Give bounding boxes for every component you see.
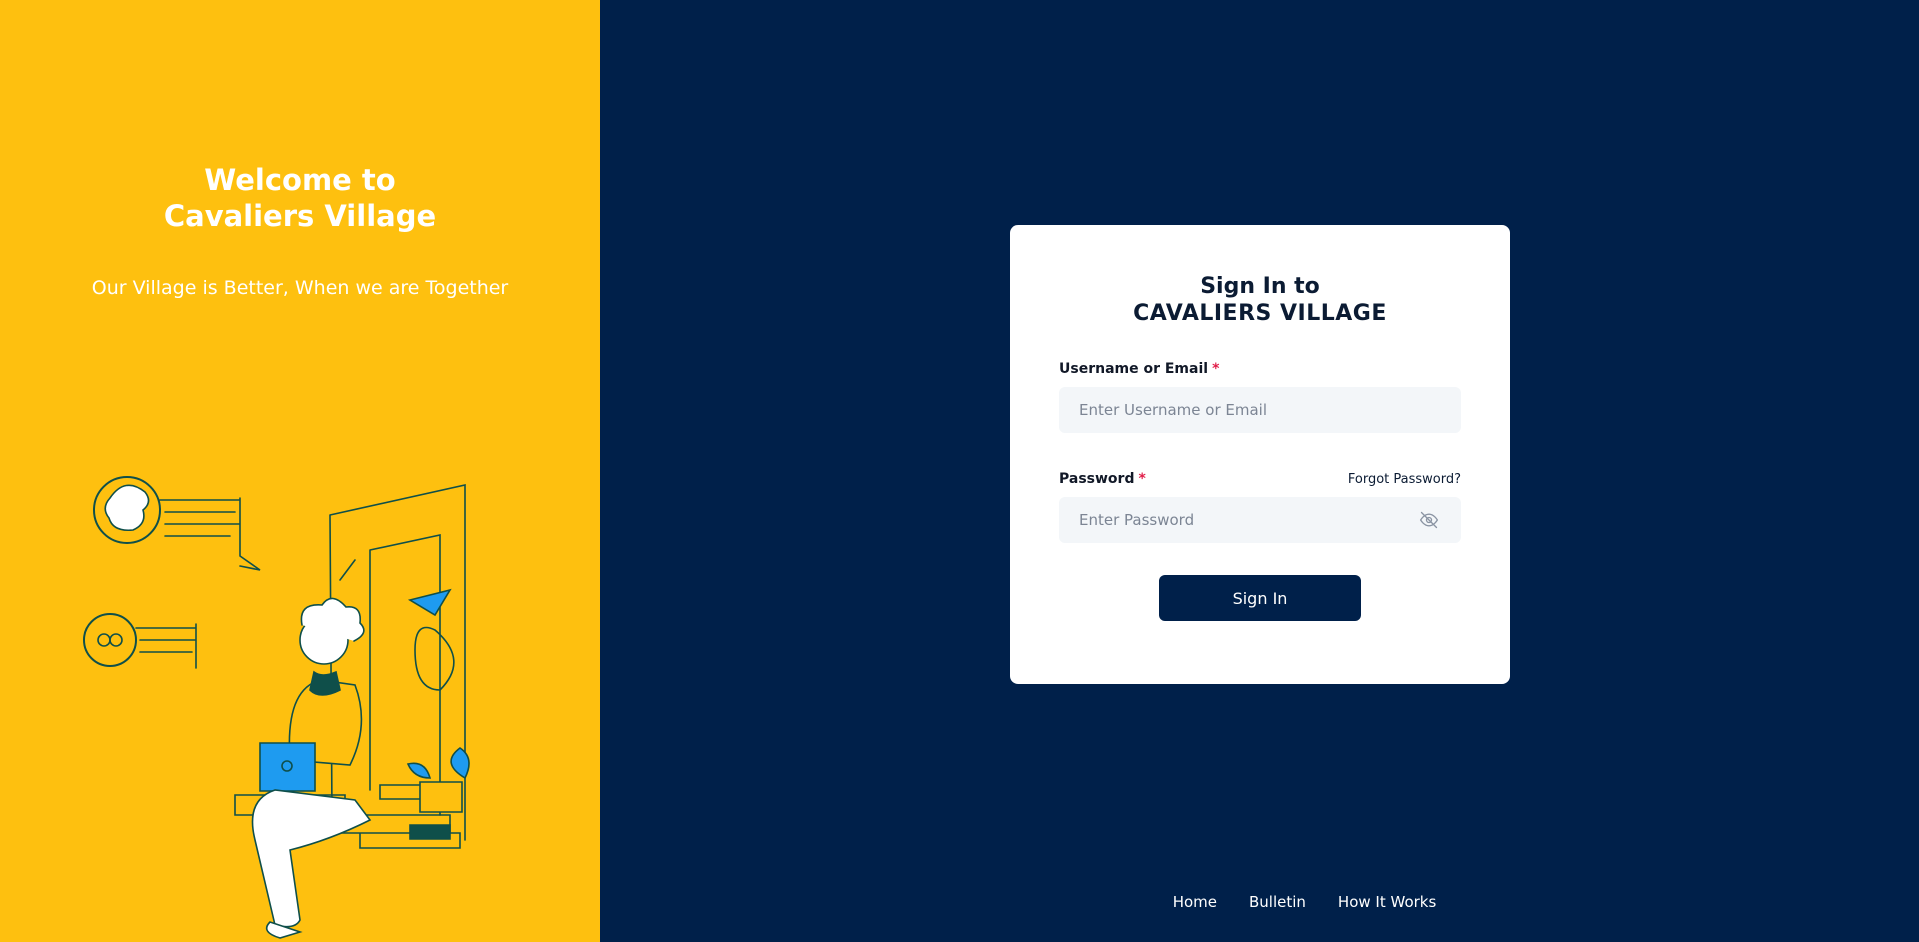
- required-mark: *: [1212, 361, 1220, 377]
- password-label: Password *: [1059, 471, 1146, 487]
- username-input[interactable]: [1079, 401, 1441, 419]
- username-field-box: [1059, 387, 1461, 433]
- tagline: Our Village is Better, When we are Toget…: [91, 277, 509, 299]
- signin-title-line-2: CAVALIERS VILLAGE: [1133, 301, 1387, 326]
- username-label-text: Username or Email: [1059, 361, 1209, 377]
- welcome-title: Welcome to Cavaliers Village: [0, 162, 600, 234]
- password-label-text: Password: [1059, 471, 1135, 487]
- signin-title-line-1: Sign In to: [1200, 274, 1320, 299]
- signin-title: Sign In to CAVALIERS VILLAGE: [1059, 273, 1461, 327]
- welcome-line-1: Welcome to: [204, 163, 396, 197]
- signin-button[interactable]: Sign In: [1159, 575, 1361, 621]
- forgot-password-link[interactable]: Forgot Password?: [1348, 472, 1461, 487]
- person-working-laptop-illustration: [83, 476, 470, 939]
- footer-link-how-it-works[interactable]: How It Works: [1338, 893, 1436, 911]
- username-label: Username or Email *: [1059, 361, 1219, 377]
- username-label-row: Username or Email *: [1059, 359, 1461, 379]
- footer-link-bulletin[interactable]: Bulletin: [1249, 893, 1306, 911]
- welcome-line-2: Cavaliers Village: [163, 199, 437, 233]
- password-label-row: Password * Forgot Password?: [1059, 469, 1461, 489]
- footer-nav: Home Bulletin How It Works: [600, 893, 1919, 911]
- footer-link-home[interactable]: Home: [1173, 893, 1217, 911]
- welcome-panel: Welcome to Cavaliers Village Our Village…: [0, 0, 600, 942]
- password-field-box: [1059, 497, 1461, 543]
- required-mark: *: [1138, 471, 1146, 487]
- eye-off-icon[interactable]: [1419, 509, 1441, 531]
- signin-card: Sign In to CAVALIERS VILLAGE Username or…: [1010, 225, 1510, 684]
- signin-area: Sign In to CAVALIERS VILLAGE Username or…: [600, 0, 1919, 942]
- password-input[interactable]: [1079, 511, 1419, 529]
